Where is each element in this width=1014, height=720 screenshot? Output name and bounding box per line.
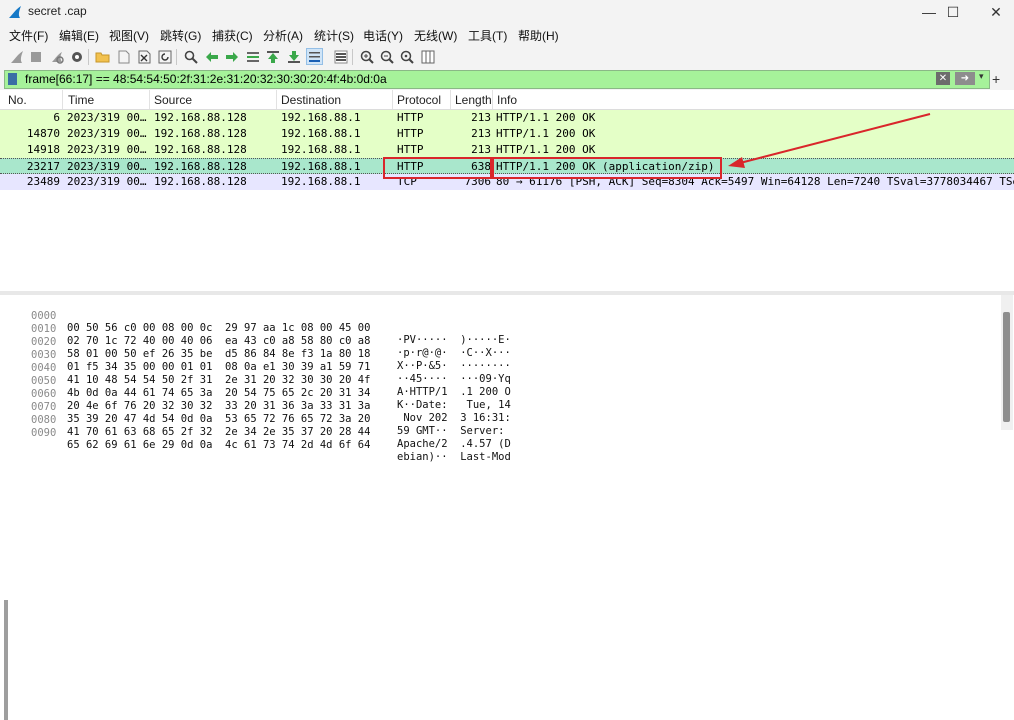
hex-bytes[interactable]: 41 10 48 54 54 50 2f 31 2e 31 20 32 30 3…: [67, 374, 370, 386]
hex-bytes[interactable]: 58 01 00 50 ef 26 35 be d5 86 84 8e f3 1…: [67, 348, 370, 360]
hex-row: 0070 35 39 20 47 4d 54 0d 0a 53 65 72 76…: [0, 389, 504, 437]
left-scroll-indicator[interactable]: [4, 600, 8, 720]
hex-ascii[interactable]: ·p·r@·@· ·C··X···: [397, 347, 511, 359]
hex-row: 0060 20 4e 6f 76 20 32 30 32 33 20 31 36…: [0, 376, 511, 424]
hex-bytes[interactable]: 00 50 56 c0 00 08 00 0c 29 97 aa 1c 08 0…: [67, 322, 370, 334]
hex-row: 0080 41 70 61 63 68 65 2f 32 2e 34 2e 35…: [0, 402, 511, 450]
hex-row: 0020 58 01 00 50 ef 26 35 be d5 86 84 8e…: [0, 324, 511, 372]
hex-row: 0010 02 70 1c 72 40 00 40 06 ea 43 c0 a8…: [0, 311, 511, 359]
hex-bytes[interactable]: 65 62 69 61 6e 29 0d 0a 4c 61 73 74 2d 4…: [67, 439, 370, 451]
hex-ascii[interactable]: 59 GMT·· Server:: [397, 425, 511, 437]
hex-bytes[interactable]: 20 4e 6f 76 20 32 30 32 33 20 31 36 3a 3…: [67, 400, 370, 412]
hex-row: 0040 41 10 48 54 54 50 2f 31 2e 31 20 32…: [0, 350, 511, 398]
hex-ascii[interactable]: K··Date: Tue, 14: [397, 399, 511, 411]
hex-ascii[interactable]: A·HTTP/1 .1 200 O: [397, 386, 511, 398]
hex-bytes[interactable]: 02 70 1c 72 40 00 40 06 ea 43 c0 a8 58 8…: [67, 335, 370, 347]
hex-offset: 0090: [31, 427, 57, 439]
hex-ascii[interactable]: ··45···· ···09·Yq: [397, 373, 511, 385]
hex-row: 0050 4b 0d 0a 44 61 74 65 3a 20 54 75 65…: [0, 363, 511, 411]
hex-offset: 0000: [31, 310, 57, 322]
hex-offset: 0050: [31, 375, 57, 387]
hex-offset: 0070: [31, 401, 57, 413]
hex-offset: 0060: [31, 388, 57, 400]
hex-row: 0090 65 62 69 61 6e 29 0d 0a 4c 61 73 74…: [0, 415, 511, 463]
hex-offset: 0020: [31, 336, 57, 348]
hex-row: 0030 01 f5 34 35 00 00 01 01 08 0a e1 30…: [0, 337, 511, 385]
hex-offset: 0080: [31, 414, 57, 426]
hex-ascii[interactable]: Apache/2 .4.57 (D: [397, 438, 511, 450]
hex-offset: 0010: [31, 323, 57, 335]
hex-offset: 0030: [31, 349, 57, 361]
hex-bytes[interactable]: 41 70 61 63 68 65 2f 32 2e 34 2e 35 37 2…: [67, 426, 370, 438]
packet-bytes-pane: 0000 00 50 56 c0 00 08 00 0c 29 97 aa 1c…: [0, 295, 1014, 720]
hex-ascii[interactable]: ebian)·· Last-Mod: [397, 451, 511, 463]
hex-bytes[interactable]: 35 39 20 47 4d 54 0d 0a 53 65 72 76 65 7…: [67, 413, 370, 425]
hex-scrollbar-thumb[interactable]: [1003, 312, 1010, 422]
hex-ascii[interactable]: Nov 202 3 16:31:: [397, 412, 510, 424]
hex-offset: 0040: [31, 362, 57, 374]
hex-row: 0000 00 50 56 c0 00 08 00 0c 29 97 aa 1c…: [0, 298, 511, 346]
hex-ascii[interactable]: ·PV····· )·····E·: [397, 334, 511, 346]
hex-bytes[interactable]: 4b 0d 0a 44 61 74 65 3a 20 54 75 65 2c 2…: [67, 387, 370, 399]
hex-bytes[interactable]: 01 f5 34 35 00 00 01 01 08 0a e1 30 39 a…: [67, 361, 370, 373]
hex-ascii[interactable]: X··P·&5· ········: [397, 360, 511, 372]
